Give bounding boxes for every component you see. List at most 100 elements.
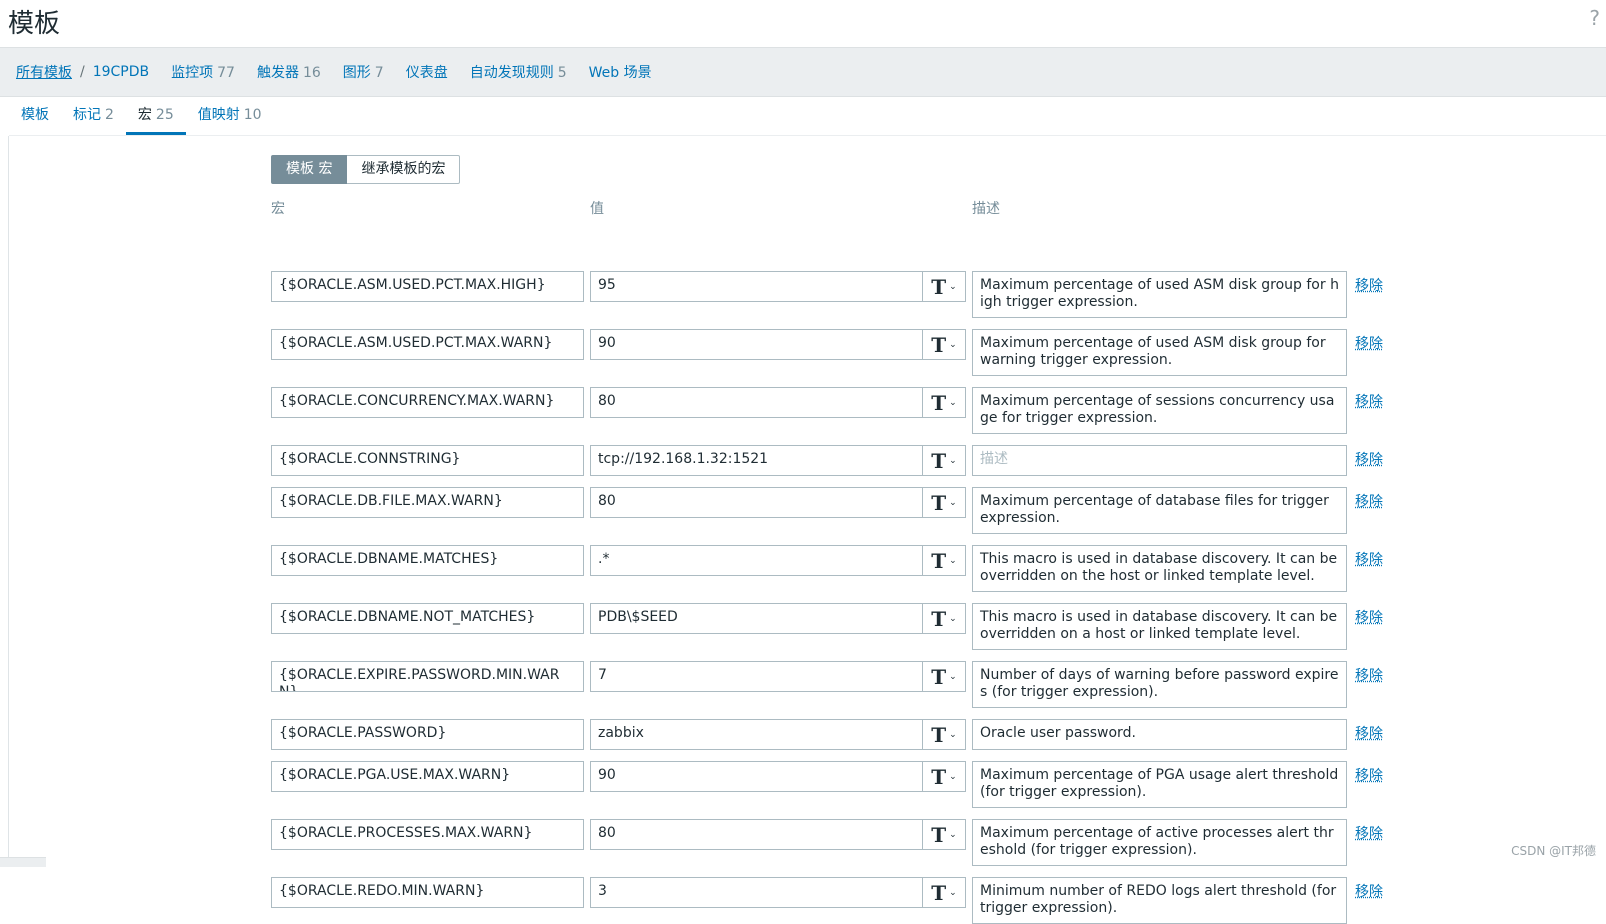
remove-macro-button[interactable]: 移除: [1355, 275, 1383, 295]
macro-description-input[interactable]: Maximum percentage of sessions concurren…: [972, 387, 1347, 434]
text-type-icon: T: [931, 822, 947, 847]
macro-description-input[interactable]: Maximum percentage of used ASM disk grou…: [972, 271, 1347, 318]
macro-value-input[interactable]: .*: [590, 545, 925, 576]
tab-macros[interactable]: 宏 25: [125, 97, 186, 135]
nav-dashboards[interactable]: 仪表盘: [406, 62, 448, 82]
macro-name-input[interactable]: {$ORACLE.DBNAME.MATCHES}: [271, 545, 584, 576]
macro-name-input[interactable]: {$ORACLE.EXPIRE.PASSWORD.MIN.WARN}: [271, 661, 584, 692]
value-column-header: 值: [590, 201, 604, 217]
macro-value-input[interactable]: 80: [590, 387, 925, 418]
remove-macro-button[interactable]: 移除: [1355, 881, 1383, 901]
nav-web-scenarios[interactable]: Web 场景: [589, 62, 652, 82]
macro-description-input[interactable]: Maximum percentage of PGA usage alert th…: [972, 761, 1347, 808]
macro-description-input[interactable]: Maximum percentage of used ASM disk grou…: [972, 329, 1347, 376]
value-type-dropdown[interactable]: T ⌄: [922, 487, 966, 518]
value-type-dropdown[interactable]: T ⌄: [922, 819, 966, 850]
value-type-dropdown[interactable]: T ⌄: [922, 387, 966, 418]
value-type-dropdown[interactable]: T ⌄: [922, 877, 966, 908]
macro-value-input[interactable]: 3: [590, 877, 925, 908]
macro-description-input[interactable]: Maximum percentage of database files for…: [972, 487, 1347, 534]
value-type-dropdown[interactable]: T ⌄: [922, 661, 966, 692]
remove-macro-button[interactable]: 移除: [1355, 549, 1383, 569]
macro-name-input[interactable]: {$ORACLE.ASM.USED.PCT.MAX.WARN}: [271, 329, 584, 360]
macro-description-input[interactable]: Minimum number of REDO logs alert thresh…: [972, 877, 1347, 924]
help-icon[interactable]: ?: [1589, 6, 1600, 30]
text-type-icon: T: [931, 880, 947, 905]
nav-items[interactable]: 监控项 77: [171, 62, 235, 82]
remove-macro-button[interactable]: 移除: [1355, 491, 1383, 511]
text-type-icon: T: [931, 664, 947, 689]
value-type-dropdown[interactable]: T ⌄: [922, 719, 966, 750]
chevron-down-icon: ⌄: [949, 397, 957, 408]
macro-description-input[interactable]: This macro is used in database discovery…: [972, 603, 1347, 650]
macro-value-input[interactable]: 90: [590, 329, 925, 360]
value-type-dropdown[interactable]: T ⌄: [922, 445, 966, 476]
macro-name-input[interactable]: {$ORACLE.DB.FILE.MAX.WARN}: [271, 487, 584, 518]
text-type-icon: T: [931, 606, 947, 631]
text-type-icon: T: [931, 448, 947, 473]
chevron-down-icon: ⌄: [949, 771, 957, 782]
macro-value-input[interactable]: 80: [590, 487, 925, 518]
text-type-icon: T: [931, 390, 947, 415]
value-type-dropdown[interactable]: T ⌄: [922, 603, 966, 634]
value-type-dropdown[interactable]: T ⌄: [922, 545, 966, 576]
value-type-dropdown[interactable]: T ⌄: [922, 329, 966, 360]
nav-graphs[interactable]: 图形 7: [343, 62, 384, 82]
chevron-down-icon: ⌄: [949, 281, 957, 292]
macro-description-input[interactable]: Maximum percentage of active processes a…: [972, 819, 1347, 866]
remove-macro-button[interactable]: 移除: [1355, 449, 1383, 469]
macro-value-input[interactable]: 95: [590, 271, 925, 302]
macro-value-input[interactable]: 90: [590, 761, 925, 792]
macro-value-input[interactable]: 7: [590, 661, 925, 692]
remove-macro-button[interactable]: 移除: [1355, 765, 1383, 785]
breadcrumb-all-templates[interactable]: 所有模板: [16, 62, 72, 82]
remove-macro-button[interactable]: 移除: [1355, 607, 1383, 627]
remove-macro-button[interactable]: 移除: [1355, 723, 1383, 743]
remove-macro-button[interactable]: 移除: [1355, 333, 1383, 353]
macro-value-input[interactable]: zabbix: [590, 719, 925, 750]
nav-triggers-count: 16: [302, 65, 321, 81]
macro-description-input[interactable]: Number of days of warning before passwor…: [972, 661, 1347, 708]
description-column-header: 描述: [972, 201, 1000, 217]
nav-dashboards-label: 仪表盘: [405, 65, 448, 81]
macro-name-input[interactable]: {$ORACLE.ASM.USED.PCT.MAX.HIGH}: [271, 271, 584, 302]
macro-description-input[interactable]: 描述: [972, 445, 1347, 476]
macro-name-input[interactable]: {$ORACLE.PASSWORD}: [271, 719, 584, 750]
nav-triggers[interactable]: 触发器 16: [257, 62, 321, 82]
nav-web-scenarios-label: Web 场景: [588, 65, 652, 81]
bottom-corner-tab: [0, 857, 46, 867]
inherited-macros-button[interactable]: 继承模板的宏: [347, 155, 461, 184]
macro-name-input[interactable]: {$ORACLE.CONCURRENCY.MAX.WARN}: [271, 387, 584, 418]
macro-name-input[interactable]: {$ORACLE.DBNAME.NOT_MATCHES}: [271, 603, 584, 634]
nav-items-label: 监控项: [171, 65, 214, 81]
macro-name-input[interactable]: {$ORACLE.REDO.MIN.WARN}: [271, 877, 584, 908]
macro-name-input[interactable]: {$ORACLE.PGA.USE.MAX.WARN}: [271, 761, 584, 792]
macro-value-input[interactable]: 80: [590, 819, 925, 850]
value-type-dropdown[interactable]: T ⌄: [922, 271, 966, 302]
value-type-dropdown[interactable]: T ⌄: [922, 761, 966, 792]
remove-macro-button[interactable]: 移除: [1355, 391, 1383, 411]
nav-triggers-label: 触发器: [256, 65, 299, 81]
tab-template[interactable]: 模板: [9, 97, 61, 135]
template-macros-button[interactable]: 模板 宏: [271, 155, 348, 184]
macro-value-input[interactable]: tcp://192.168.1.32:1521: [590, 445, 925, 476]
nav-discovery-rules[interactable]: 自动发现规则 5: [470, 62, 567, 82]
content-divider: [8, 136, 9, 867]
macro-description-input[interactable]: Oracle user password.: [972, 719, 1347, 750]
macro-name-input[interactable]: {$ORACLE.PROCESSES.MAX.WARN}: [271, 819, 584, 850]
tab-tags[interactable]: 标记 2: [61, 97, 126, 135]
tab-value-mapping[interactable]: 值映射 10: [186, 97, 274, 135]
macro-column-header: 宏: [271, 201, 285, 217]
nav-discovery-rules-count: 5: [557, 65, 567, 81]
text-type-icon: T: [931, 332, 947, 357]
macro-name-input[interactable]: {$ORACLE.CONNSTRING}: [271, 445, 584, 476]
text-type-icon: T: [931, 764, 947, 789]
macro-description-input[interactable]: This macro is used in database discovery…: [972, 545, 1347, 592]
text-type-icon: T: [931, 490, 947, 515]
remove-macro-button[interactable]: 移除: [1355, 823, 1383, 843]
breadcrumb-current-template[interactable]: 19CPDB: [93, 64, 149, 80]
macro-scope-toggle: 模板 宏 继承模板的宏: [271, 155, 461, 184]
breadcrumb: 所有模板 / 19CPDB 监控项 77 触发器 16 图形 7 仪表盘 自动发现规则…: [0, 47, 1606, 97]
remove-macro-button[interactable]: 移除: [1355, 665, 1383, 685]
macro-value-input[interactable]: PDB\$SEED: [590, 603, 925, 634]
